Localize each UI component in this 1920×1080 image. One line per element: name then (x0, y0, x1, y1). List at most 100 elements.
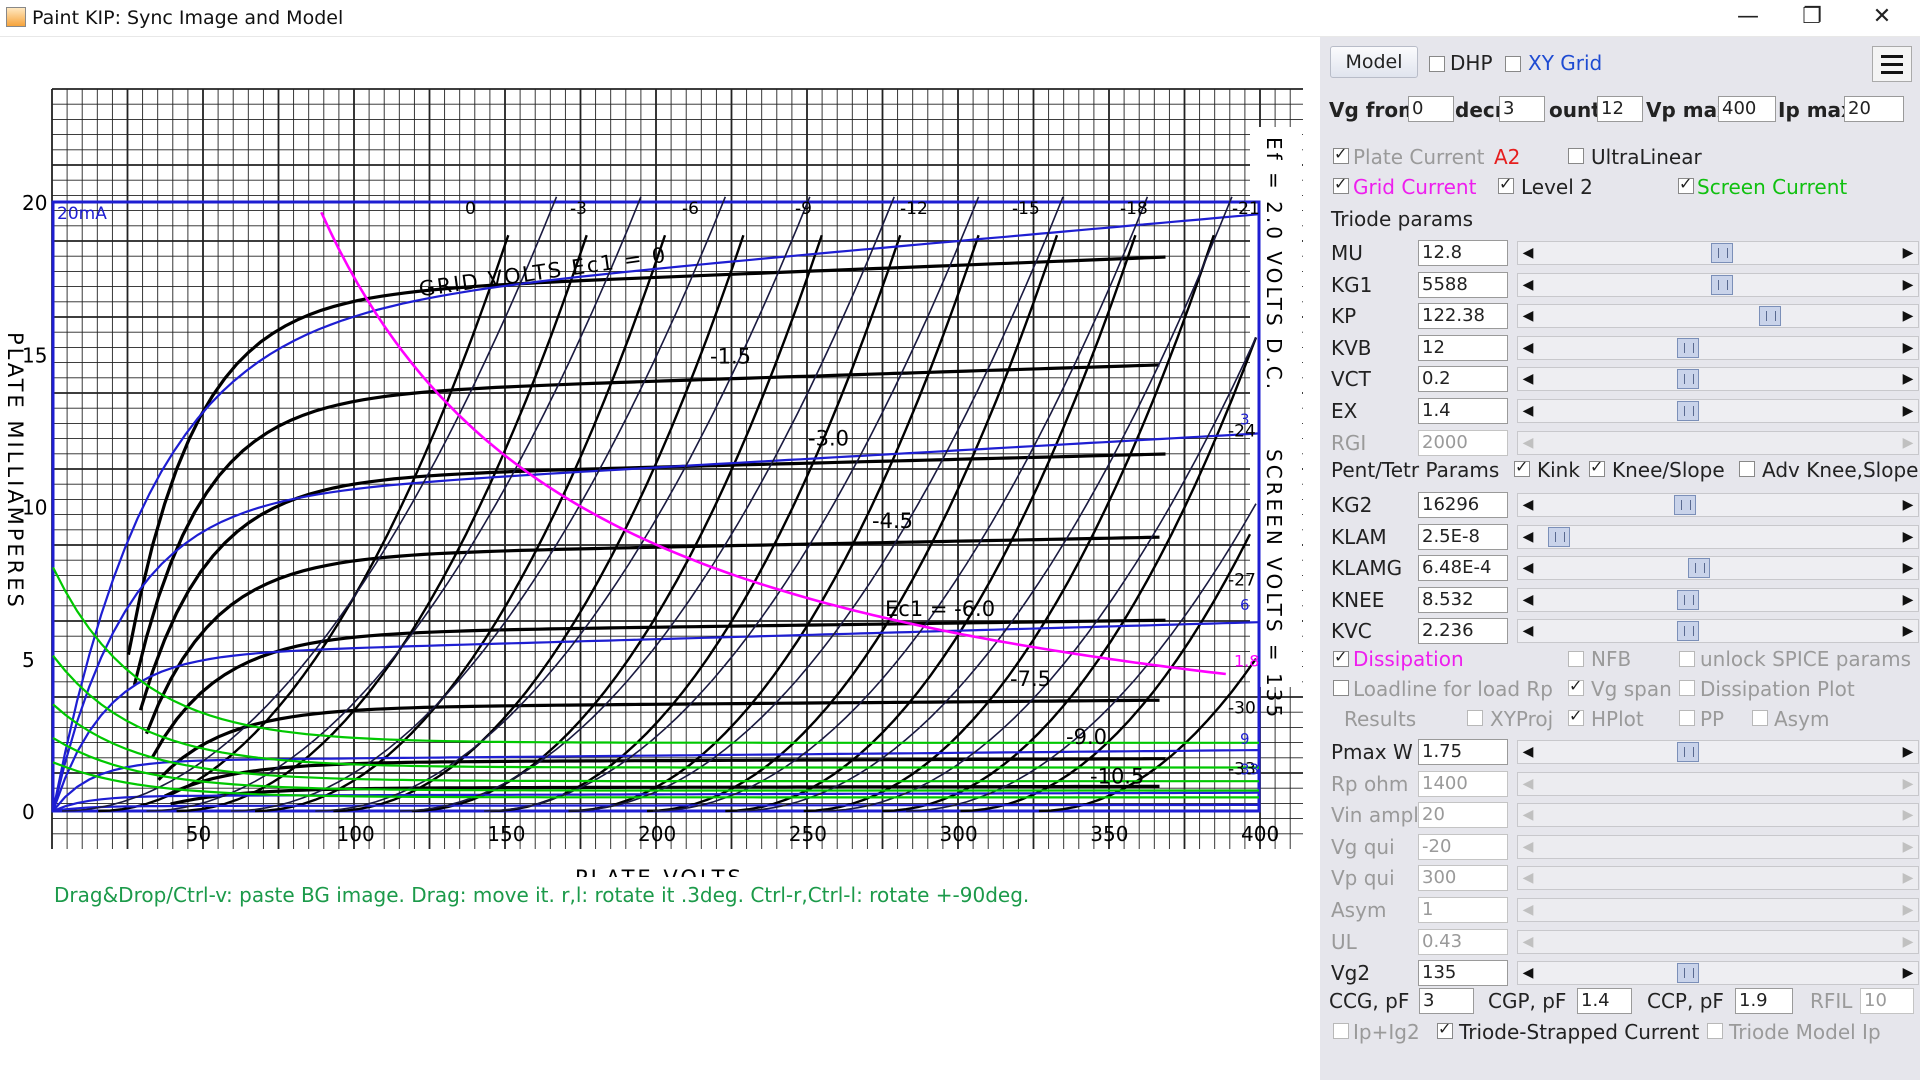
scroll-right-icon[interactable]: ▶ (1898, 867, 1918, 889)
param-input-klam[interactable]: 2.5E-8 (1418, 523, 1508, 550)
scroll-right-icon[interactable]: ▶ (1898, 494, 1918, 516)
scroll-left-icon[interactable]: ◀ (1518, 804, 1538, 826)
param-input-kg1[interactable]: 5588 (1418, 271, 1508, 298)
param-input-kg2[interactable]: 16296 (1418, 492, 1508, 518)
scroll-left-icon[interactable]: ◀ (1518, 432, 1538, 454)
triode-strapped-checkbox[interactable] (1437, 1019, 1453, 1039)
scroll-right-icon[interactable]: ▶ (1898, 368, 1918, 390)
scroll-right-icon[interactable]: ▶ (1898, 432, 1918, 454)
scroll-left-icon[interactable]: ◀ (1518, 899, 1538, 921)
xyproj-checkbox[interactable] (1467, 710, 1483, 726)
scroll-left-icon[interactable]: ◀ (1518, 305, 1538, 327)
param-slider-rgi[interactable]: ◀ ▶ (1517, 430, 1919, 455)
scroll-right-icon[interactable]: ▶ (1898, 557, 1918, 579)
ccp-input[interactable]: 1.9 (1735, 988, 1793, 1014)
model-button[interactable]: Model (1330, 46, 1418, 78)
param-input-kvc[interactable]: 2.236 (1418, 618, 1508, 645)
screen-current-checkbox[interactable] (1678, 174, 1694, 194)
param-slider-kvc[interactable]: ◀ ▶ (1517, 619, 1919, 644)
slider-thumb[interactable] (1677, 401, 1700, 421)
param-slider-kg1[interactable]: ◀ ▶ (1517, 272, 1919, 297)
cgp-input[interactable]: 1.4 (1577, 988, 1632, 1014)
grid-current-checkbox[interactable] (1333, 174, 1349, 194)
triode-model-ip-checkbox[interactable] (1707, 1023, 1723, 1039)
slider-thumb[interactable] (1677, 963, 1700, 984)
param-input-vg-qui[interactable]: -20 (1418, 833, 1508, 860)
hamburger-menu-icon[interactable] (1872, 46, 1912, 82)
asym-checkbox[interactable] (1752, 710, 1768, 726)
param-input-pmax-w[interactable]: 1.75 (1418, 739, 1508, 765)
ip-max-input[interactable]: 20 (1844, 96, 1904, 122)
param-input-kvb[interactable]: 12 (1418, 334, 1508, 361)
param-slider-ex[interactable]: ◀ ▶ (1517, 399, 1919, 423)
param-slider-vct[interactable]: ◀ ▶ (1517, 367, 1919, 392)
param-slider-vg-qui[interactable]: ◀ ▶ (1517, 834, 1919, 859)
slider-thumb[interactable] (1711, 274, 1734, 295)
param-input-rp-ohm[interactable]: 1400 (1418, 770, 1508, 797)
plate-current-checkbox[interactable] (1333, 144, 1349, 164)
slider-thumb[interactable] (1677, 589, 1700, 610)
scroll-left-icon[interactable]: ◀ (1518, 557, 1538, 579)
param-input-asym[interactable]: 1 (1418, 897, 1508, 923)
scroll-left-icon[interactable]: ◀ (1518, 400, 1538, 422)
scroll-left-icon[interactable]: ◀ (1518, 867, 1538, 889)
slider-thumb[interactable] (1548, 526, 1571, 547)
param-slider-ul[interactable]: ◀ ▶ (1517, 929, 1919, 954)
ccg-input[interactable]: 3 (1419, 988, 1474, 1014)
restore-button[interactable]: ❐ (1780, 0, 1844, 36)
scroll-right-icon[interactable]: ▶ (1898, 899, 1918, 921)
param-input-kp[interactable]: 122.38 (1418, 303, 1508, 330)
dhp-checkbox[interactable] (1429, 56, 1445, 72)
param-input-ex[interactable]: 1.4 (1418, 398, 1508, 424)
slider-thumb[interactable] (1677, 337, 1700, 358)
scroll-left-icon[interactable]: ◀ (1518, 620, 1538, 642)
slider-thumb[interactable] (1759, 306, 1781, 327)
scroll-left-icon[interactable]: ◀ (1518, 741, 1538, 763)
scroll-right-icon[interactable]: ▶ (1898, 589, 1918, 611)
rfil-input[interactable]: 10 (1860, 988, 1914, 1014)
param-slider-vp-qui[interactable]: ◀ ▶ (1517, 866, 1919, 891)
slider-thumb[interactable] (1677, 369, 1700, 390)
scroll-left-icon[interactable]: ◀ (1518, 337, 1538, 359)
loadline-checkbox[interactable] (1333, 680, 1349, 696)
hplot-checkbox[interactable] (1568, 706, 1584, 726)
vg-span-checkbox[interactable] (1568, 676, 1584, 696)
scroll-right-icon[interactable]: ▶ (1898, 741, 1918, 763)
scroll-right-icon[interactable]: ▶ (1898, 274, 1918, 296)
kink-checkbox[interactable] (1514, 457, 1530, 477)
xy-grid-checkbox[interactable] (1505, 56, 1521, 72)
param-input-vct[interactable]: 0.2 (1418, 366, 1508, 393)
param-input-ul[interactable]: 0.43 (1418, 928, 1508, 955)
param-slider-rp-ohm[interactable]: ◀ ▶ (1517, 771, 1919, 796)
param-input-klamg[interactable]: 6.48E-4 (1418, 555, 1508, 582)
scroll-right-icon[interactable]: ▶ (1898, 305, 1918, 327)
slider-thumb[interactable] (1687, 558, 1710, 579)
vp-max-input[interactable]: 400 (1718, 96, 1776, 122)
param-slider-vin-ampl[interactable]: ◀ ▶ (1517, 803, 1919, 828)
scroll-right-icon[interactable]: ▶ (1898, 242, 1918, 264)
param-slider-vg2[interactable]: ◀ ▶ (1517, 961, 1919, 986)
param-slider-klamg[interactable]: ◀ ▶ (1517, 556, 1919, 581)
scroll-right-icon[interactable]: ▶ (1898, 773, 1918, 795)
param-slider-knee[interactable]: ◀ ▶ (1517, 587, 1919, 612)
close-button[interactable]: ✕ (1850, 0, 1914, 36)
scroll-right-icon[interactable]: ▶ (1898, 804, 1918, 826)
scroll-right-icon[interactable]: ▶ (1898, 400, 1918, 422)
vg-from-input[interactable]: 0 (1408, 96, 1454, 122)
param-input-vp-qui[interactable]: 300 (1418, 865, 1508, 892)
scroll-left-icon[interactable]: ◀ (1518, 836, 1538, 858)
ip-ig2-checkbox[interactable] (1333, 1023, 1349, 1039)
slider-thumb[interactable] (1674, 495, 1696, 515)
knee-slope-checkbox[interactable] (1589, 457, 1605, 477)
param-slider-pmax-w[interactable]: ◀ ▶ (1517, 740, 1919, 764)
slider-thumb[interactable] (1677, 742, 1700, 762)
slider-thumb[interactable] (1677, 621, 1700, 642)
ultralinear-checkbox[interactable] (1568, 148, 1584, 164)
scroll-left-icon[interactable]: ◀ (1518, 962, 1538, 984)
scroll-left-icon[interactable]: ◀ (1518, 274, 1538, 296)
param-slider-kvb[interactable]: ◀ ▶ (1517, 335, 1919, 360)
nfb-checkbox[interactable] (1568, 651, 1584, 667)
decr-input[interactable]: 3 (1499, 96, 1545, 122)
scroll-right-icon[interactable]: ▶ (1898, 526, 1918, 548)
scroll-left-icon[interactable]: ◀ (1518, 931, 1538, 953)
